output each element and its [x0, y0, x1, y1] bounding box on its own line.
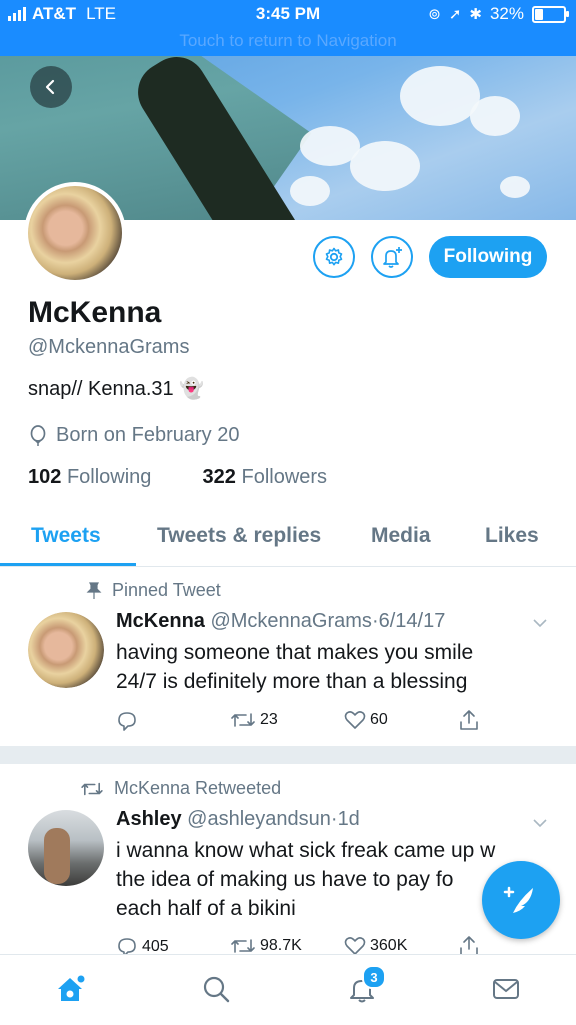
birthday-text: Born on February 20	[56, 424, 240, 446]
tweet-handle[interactable]: @ashleyandsun	[187, 808, 331, 830]
bell-plus-icon	[383, 247, 402, 268]
tweet-text-line: 24/7 is definitely more than a blessing	[116, 670, 468, 693]
tweet-date: 1d	[337, 808, 360, 830]
return-to-navigation-banner[interactable]: Touch to return to Navigation	[0, 31, 576, 51]
profile-bio: snap// Kenna.31 👻	[28, 378, 205, 400]
retweet-button[interactable]: 98.7K	[230, 936, 302, 956]
nav-search[interactable]	[196, 969, 236, 1009]
bottom-tab-bar: 3	[0, 954, 576, 1025]
retweet-button[interactable]: 23	[230, 710, 278, 730]
retweet-icon	[81, 782, 103, 795]
heart-icon	[344, 711, 366, 729]
pinned-context: Pinned Tweet	[112, 580, 221, 600]
tweet-text-line: i wanna know what sick freak came up w	[116, 839, 496, 862]
compose-tweet-button[interactable]	[482, 861, 560, 939]
battery-percent: 32%	[489, 4, 524, 23]
tweet-text: having someone that makes you smile 24/7…	[116, 638, 556, 696]
tweet-separator	[0, 746, 576, 764]
retweet-icon	[231, 713, 255, 727]
profile-name: McKenna	[28, 296, 162, 329]
following-label: Following	[66, 466, 152, 488]
retweet-context: McKenna Retweeted	[114, 778, 282, 798]
like-button[interactable]: 360K	[344, 936, 407, 956]
battery-icon	[532, 5, 569, 23]
notifications-badge: 3	[362, 965, 386, 989]
avatar-photo	[28, 186, 122, 280]
rotation-lock-icon: ⊚	[428, 6, 441, 23]
profile-tabs: Tweets Tweets & replies Media Likes	[0, 512, 576, 567]
settings-button[interactable]	[313, 236, 355, 278]
pinned-tweet-label: Pinned Tweet	[86, 580, 221, 601]
following-button[interactable]: Following	[429, 236, 547, 278]
profile-avatar[interactable]	[24, 182, 126, 284]
search-icon	[203, 976, 230, 1003]
active-tab-indicator	[0, 563, 136, 566]
tweet-handle[interactable]: @MckennaGrams	[210, 610, 371, 632]
tweet-avatar[interactable]	[28, 612, 104, 688]
tweet-text-line: having someone that makes you smile	[116, 641, 474, 664]
tweet-author[interactable]: McKenna	[116, 610, 205, 632]
birthday-row: Born on February 20	[28, 424, 239, 447]
share-icon	[460, 710, 478, 730]
tab-media[interactable]: Media	[371, 524, 431, 548]
status-bar: AT&T LTE 3:45 PM ⊚ ➚ ✱ 32% Touch to retu…	[0, 0, 576, 56]
tweet-date: 6/14/17	[378, 610, 446, 632]
retweet-count: 98.7K	[260, 937, 302, 954]
nav-notifications[interactable]: 3	[342, 965, 386, 1009]
chevron-left-icon	[45, 79, 55, 95]
share-button[interactable]	[458, 708, 480, 732]
tab-tweets[interactable]: Tweets	[31, 524, 101, 548]
following-count-link[interactable]: 102 Following	[28, 466, 151, 488]
notifications-toggle-button[interactable]	[371, 236, 413, 278]
tab-tweets-replies[interactable]: Tweets & replies	[157, 524, 321, 548]
tweet-header: McKenna @MckennaGrams·6/14/17	[116, 610, 446, 632]
gear-icon	[325, 247, 343, 266]
reply-button[interactable]	[116, 710, 142, 732]
retweet-count: 23	[260, 711, 278, 728]
nav-messages[interactable]	[486, 969, 526, 1009]
balloon-icon	[30, 424, 46, 446]
tab-likes[interactable]: Likes	[485, 524, 539, 548]
pin-icon	[86, 581, 102, 599]
avatar-photo	[28, 612, 104, 688]
like-count: 60	[370, 711, 388, 728]
tweet-avatar[interactable]	[28, 810, 104, 886]
follow-counts: 102 Following 322 Followers	[28, 466, 327, 489]
followers-count: 322	[202, 466, 236, 488]
heart-icon	[344, 937, 366, 955]
location-icon: ➚	[448, 6, 462, 23]
followers-count-link[interactable]: 322 Followers	[203, 466, 328, 488]
bluetooth-icon: ✱	[469, 6, 482, 23]
tweet-menu-chevron-icon[interactable]	[532, 612, 548, 633]
compose-feather-icon	[503, 886, 533, 913]
like-button[interactable]: 60	[344, 710, 388, 730]
reply-icon	[118, 712, 136, 731]
tweet-author[interactable]: Ashley	[116, 808, 182, 830]
envelope-icon	[493, 979, 519, 999]
retweeted-label: McKenna Retweeted	[80, 778, 281, 799]
home-icon	[58, 975, 85, 1001]
profile-handle: @MckennaGrams	[28, 336, 190, 358]
nav-home[interactable]	[50, 969, 90, 1009]
back-button[interactable]	[30, 66, 72, 108]
avatar-figure	[44, 828, 70, 884]
followers-label: Followers	[241, 466, 328, 488]
tweet-menu-chevron-icon[interactable]	[532, 812, 548, 833]
tweet-header: Ashley @ashleyandsun·1d	[116, 808, 360, 830]
retweet-icon	[231, 939, 255, 953]
like-count: 360K	[370, 937, 408, 954]
following-count: 102	[28, 466, 62, 488]
